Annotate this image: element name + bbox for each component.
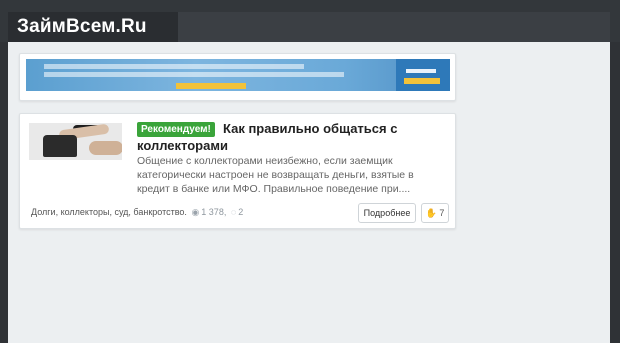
banner-text-line — [44, 64, 304, 69]
site-logo[interactable]: ЗаймВсем.Ru — [8, 12, 178, 42]
like-button[interactable]: ✋ 7 — [421, 203, 449, 223]
recommended-badge: Рекомендуем! — [137, 122, 215, 137]
views-count: 1 378, — [201, 207, 227, 217]
article-meta: Долги, коллекторы, суд, банкротство. ◉ 1 … — [31, 205, 243, 219]
ad-banner[interactable] — [26, 59, 450, 91]
comment-icon: ◌ — [230, 207, 237, 217]
banner-side-panel — [396, 59, 450, 91]
likes-count: 7 — [439, 208, 445, 218]
site-header: ЗаймВсем.Ru — [8, 12, 610, 42]
banner-cta-strip — [176, 83, 246, 89]
article-card: Как правильно общаться с коллекторами Ре… — [19, 113, 456, 229]
comments-count: 2 — [238, 207, 244, 217]
eye-icon: ◉ — [191, 207, 200, 217]
thumbs-up-icon: ✋ — [425, 208, 437, 218]
banner-text-line — [44, 72, 344, 77]
article-tags[interactable]: Долги, коллекторы, суд, банкротство. — [31, 207, 187, 217]
ad-banner-card — [19, 53, 456, 101]
article-excerpt: Общение с коллекторами неизбежно, если з… — [137, 155, 414, 195]
read-more-button[interactable]: Подробнее — [358, 203, 416, 223]
main-content: Как правильно общаться с коллекторами Ре… — [8, 42, 610, 343]
article-thumbnail[interactable] — [29, 123, 122, 160]
